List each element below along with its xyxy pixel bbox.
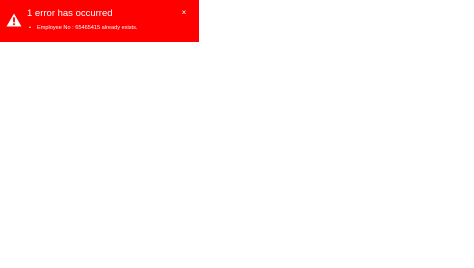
error-banner: 1 error has occurred × • Employee No : 6…	[0, 0, 199, 42]
error-message-text: Employee No : 65465415 already exists.	[37, 25, 138, 31]
error-message-list: • Employee No : 65465415 already exists.	[27, 24, 137, 33]
error-title: 1 error has occurred	[27, 8, 113, 19]
close-icon[interactable]: ×	[182, 8, 187, 17]
error-message-item: • Employee No : 65465415 already exists.	[27, 24, 137, 33]
close-button[interactable]: ×	[179, 8, 189, 18]
warning-icon	[6, 13, 22, 27]
bullet-icon: •	[29, 25, 31, 31]
